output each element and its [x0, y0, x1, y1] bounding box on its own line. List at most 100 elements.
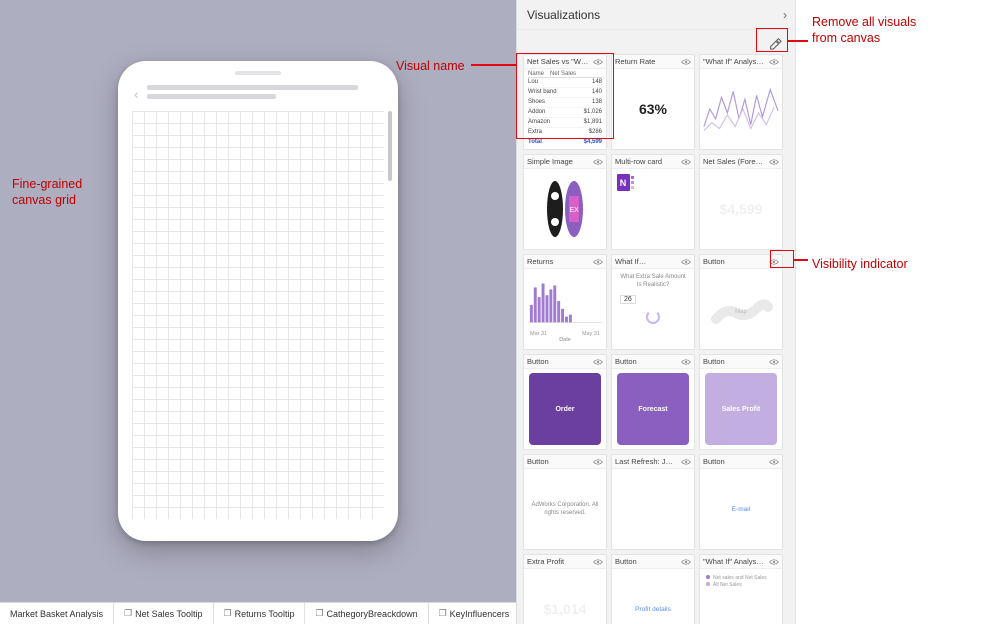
visibility-icon[interactable]	[769, 58, 779, 66]
square-button: Forecast	[617, 373, 689, 445]
tile-title: Return Rate	[615, 57, 655, 66]
visibility-icon[interactable]	[769, 358, 779, 366]
visibility-icon[interactable]	[681, 358, 691, 366]
tile-title: Button	[703, 257, 725, 266]
sparkline-chart	[702, 76, 780, 142]
tile-extra-profit[interactable]: Extra Profit $1,014	[523, 554, 607, 624]
tile-button-caption[interactable]: Button AdWorks Corporation. All rights r…	[523, 454, 607, 550]
phone-header: ‹	[132, 83, 384, 111]
tile-whatif-legend[interactable]: "What If" Analysi… Net sales and Net Sal…	[699, 554, 783, 624]
canvas-center: ‹	[0, 0, 516, 602]
square-label: Forecast	[638, 406, 667, 413]
square-button: Sales Profit	[705, 373, 777, 445]
stacked-pages-icon: ❐	[224, 608, 232, 619]
tab-market-basket[interactable]: Market Basket Analysis	[0, 603, 114, 624]
bar-chart	[526, 271, 604, 335]
visibility-icon[interactable]	[681, 458, 691, 466]
mobile-layout-canvas: ‹ Market Basket Analysis ❐ Net Sales Too…	[0, 0, 516, 624]
tile-button-salesprofit[interactable]: Button Sales Profit	[699, 354, 783, 450]
tile-title: Net Sales (Forec…	[703, 157, 765, 166]
panel-title: Visualizations	[527, 8, 600, 22]
tile-last-refresh[interactable]: Last Refresh: Jun…	[611, 454, 695, 550]
tile-return-rate[interactable]: Return Rate 63%	[611, 54, 695, 150]
tile-title: Button	[703, 457, 725, 466]
tile-title: Button	[615, 557, 637, 566]
tile-title: Button	[615, 357, 637, 366]
report-page-tabs: Market Basket Analysis ❐ Net Sales Toolt…	[0, 602, 516, 624]
svg-text:All Net Sales: All Net Sales	[713, 582, 742, 587]
visibility-icon[interactable]	[769, 158, 779, 166]
visibility-icon[interactable]	[593, 158, 603, 166]
annotation-gutter: Remove all visuals from canvas Visibilit…	[796, 0, 984, 624]
visibility-icon[interactable]	[681, 258, 691, 266]
anno-remove-all: Remove all visuals from canvas	[812, 14, 916, 46]
tile-title: Extra Profit	[527, 557, 564, 566]
tile-button-email[interactable]: Button E-mail	[699, 454, 783, 550]
tab-net-sales-tooltip[interactable]: ❐ Net Sales Tooltip	[114, 603, 213, 624]
visibility-icon[interactable]	[593, 458, 603, 466]
tile-returns-bars[interactable]: Returns	[523, 254, 607, 350]
kpi-value: $4,599	[720, 201, 763, 217]
phone-canvas-grid[interactable]	[132, 111, 384, 519]
anno-line-visibility	[794, 259, 808, 261]
anno-box-eraser	[756, 28, 788, 52]
anno-line-eraser	[788, 40, 808, 42]
tile-button-order[interactable]: Button Order	[523, 354, 607, 450]
tile-whatif-spinner[interactable]: What If… What Extra Sale Amount Is Reali…	[611, 254, 695, 350]
stacked-pages-icon: ❐	[439, 608, 447, 619]
visibility-icon[interactable]	[769, 458, 779, 466]
anno-fine-grid: Fine-grained canvas grid	[12, 176, 82, 208]
link-text: Profit details	[635, 606, 671, 613]
svg-text:EX: EX	[569, 207, 579, 214]
tile-button-profit-details[interactable]: Button Profit details	[611, 554, 695, 624]
tile-button-forecast[interactable]: Button Forecast	[611, 354, 695, 450]
tile-title: Button	[527, 357, 549, 366]
phone-frame[interactable]: ‹	[118, 61, 398, 541]
tile-button-map[interactable]: Button Map	[699, 254, 783, 350]
caption-text: AdWorks Corporation. All rights reserved…	[530, 501, 600, 517]
legend-icon: Net sales and Net Sales All Net Sales	[704, 573, 774, 587]
tile-title: What If…	[615, 257, 646, 266]
tile-net-sales-forecast[interactable]: Net Sales (Forec… $4,599	[699, 154, 783, 250]
whatif-caption: What Extra Sale Amount Is Realistic?	[618, 273, 688, 289]
tab-label: Returns Tooltip	[235, 609, 295, 619]
tab-category-breakdown[interactable]: ❐ CathegoryBreackdown	[305, 603, 428, 624]
header-placeholder-bars	[147, 85, 382, 103]
tab-label: CathegoryBreackdown	[327, 609, 418, 619]
anno-box-visual-name	[516, 53, 614, 139]
square-button: Order	[529, 373, 601, 445]
square-label: Sales Profit	[722, 406, 761, 413]
tile-simple-image[interactable]: Simple Image EX	[523, 154, 607, 250]
anno-line-visual-name	[471, 64, 516, 66]
svg-text:Map: Map	[735, 309, 747, 315]
link-text: E-mail	[732, 506, 750, 513]
square-label: Order	[555, 406, 574, 413]
tile-title: Button	[703, 357, 725, 366]
tile-title: "What If" Analysi…	[703, 557, 765, 566]
kpi-value: 63%	[639, 101, 667, 117]
visibility-icon[interactable]	[593, 358, 603, 366]
tab-returns-tooltip[interactable]: ❐ Returns Tooltip	[214, 603, 306, 624]
visibility-icon[interactable]	[681, 58, 691, 66]
svg-text:Net sales and Net Sales: Net sales and Net Sales	[713, 575, 767, 581]
skateboard-image-icon: EX	[530, 176, 600, 242]
visibility-icon[interactable]	[681, 558, 691, 566]
tile-title: Button	[527, 457, 549, 466]
tile-title: Multi-row card	[615, 157, 662, 166]
visibility-icon[interactable]	[769, 558, 779, 566]
tile-whatif-analysis[interactable]: "What If" Analysi…	[699, 54, 783, 150]
back-chevron-icon[interactable]: ‹	[134, 86, 139, 102]
loading-spinner-icon	[646, 310, 660, 324]
phone-scrollbar[interactable]	[388, 111, 392, 181]
tab-label: Market Basket Analysis	[10, 609, 103, 619]
erase-row	[517, 30, 795, 54]
visibility-icon[interactable]	[681, 158, 691, 166]
tab-key-influencers[interactable]: ❐ KeyInfluencers	[429, 603, 516, 624]
tile-multirow-card[interactable]: Multi-row card N	[611, 154, 695, 250]
visualizations-grid: Net Sales vs "W… NameNet Sales Lou148 Wr…	[517, 54, 795, 624]
collapse-chevron-icon[interactable]: ›	[783, 8, 787, 22]
whatif-value: 26	[620, 295, 636, 304]
tile-title: Simple Image	[527, 157, 573, 166]
visibility-icon[interactable]	[593, 558, 603, 566]
visibility-icon[interactable]	[593, 258, 603, 266]
